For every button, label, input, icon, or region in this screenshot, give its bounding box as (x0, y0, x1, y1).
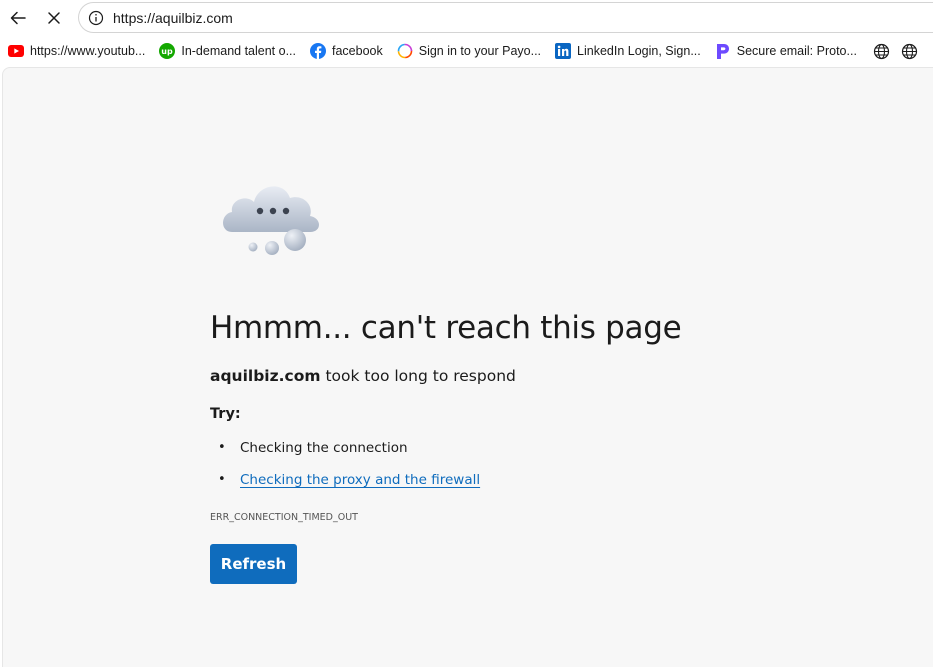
suggestions-list: Checking the connection Checking the pro… (218, 438, 480, 502)
error-description-text: took too long to respond (320, 367, 516, 385)
bookmark-linkedin[interactable]: LinkedIn Login, Sign... (547, 39, 707, 63)
stop-icon[interactable] (42, 6, 66, 30)
bookmark-label: Sign in to your Payo... (418, 44, 542, 58)
globe-icon[interactable] (873, 42, 891, 60)
url-text[interactable]: https://aquilbiz.com (113, 10, 233, 26)
refresh-button[interactable]: Refresh (210, 544, 297, 584)
youtube-icon (8, 43, 24, 59)
proton-icon (715, 43, 731, 59)
suggestion-check-connection: Checking the connection (218, 438, 480, 470)
bookmark-proton[interactable]: Secure email: Proto... (707, 39, 863, 63)
bookmarks-bar: https://www.youtub... up In-demand talen… (0, 36, 933, 66)
try-label: Try: (210, 406, 241, 422)
bookmark-payoneer[interactable]: Sign in to your Payo... (389, 39, 547, 63)
payoneer-icon (397, 43, 413, 59)
address-bar[interactable]: https://aquilbiz.com (78, 2, 933, 33)
error-description: aquilbiz.com took too long to respond (210, 367, 516, 385)
upwork-icon: up (159, 43, 176, 59)
bookmark-youtube[interactable]: https://www.youtub... (0, 39, 151, 63)
linkedin-icon (555, 43, 572, 59)
failed-domain: aquilbiz.com (210, 367, 321, 385)
facebook-icon (310, 43, 326, 59)
error-code: ERR_CONNECTION_TIMED_OUT (210, 512, 358, 523)
bookmark-facebook[interactable]: facebook (302, 39, 389, 63)
globe-icon[interactable] (901, 42, 919, 60)
bookmark-label: Secure email: Proto... (736, 44, 857, 58)
proxy-firewall-link[interactable]: Checking the proxy and the firewall (240, 472, 480, 488)
bookmark-label: facebook (332, 44, 383, 58)
suggestion-check-proxy-firewall: Checking the proxy and the firewall (218, 470, 480, 502)
cloud-icon (218, 172, 328, 262)
bookmark-upwork[interactable]: up In-demand talent o... (151, 39, 302, 63)
page-title: Hmmm... can't reach this page (210, 310, 682, 346)
bookmark-label: https://www.youtub... (30, 44, 146, 58)
bookmark-label: LinkedIn Login, Sign... (577, 44, 701, 58)
browser-toolbar: https://aquilbiz.com (0, 0, 933, 36)
info-icon[interactable] (87, 9, 105, 27)
svg-text:up: up (162, 47, 174, 56)
back-arrow-icon[interactable] (6, 6, 30, 30)
bookmark-label: In-demand talent o... (181, 44, 296, 58)
